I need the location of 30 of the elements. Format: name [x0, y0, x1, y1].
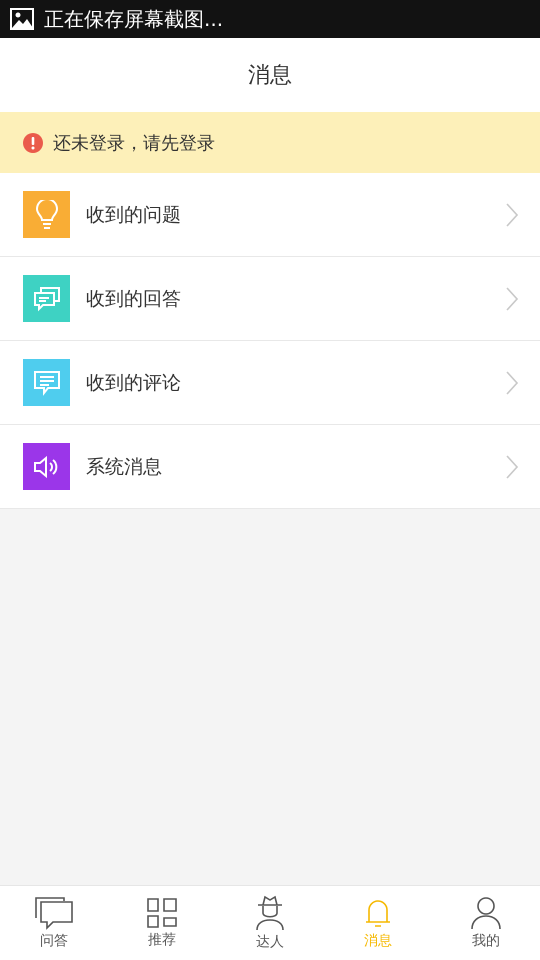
grid-icon: [146, 897, 178, 929]
chevron-right-icon: [506, 370, 518, 394]
chat-bubbles-icon: [34, 896, 74, 930]
notice-text: 还未登录，请先登录: [53, 132, 215, 154]
message-category-item[interactable]: 系统消息: [0, 425, 540, 509]
alert-icon: [23, 132, 43, 152]
item-label: 收到的评论: [86, 370, 182, 396]
nav-tab[interactable]: 问答: [0, 886, 108, 960]
chevron-right-icon: [506, 202, 518, 226]
message-category-item[interactable]: 收到的评论: [0, 341, 540, 425]
item-label: 收到的问题: [86, 202, 182, 228]
message-category-item[interactable]: 收到的回答: [0, 257, 540, 341]
nav-tab[interactable]: 达人: [216, 886, 324, 960]
nav-tab[interactable]: 我的: [432, 886, 540, 960]
message-category-item[interactable]: 收到的问题: [0, 173, 540, 257]
page-title: 消息: [248, 62, 292, 90]
chevron-right-icon: [506, 286, 518, 310]
item-label: 系统消息: [86, 454, 163, 480]
user-icon: [470, 896, 502, 930]
nav-tab[interactable]: 推荐: [108, 886, 216, 960]
comment-icon: [32, 370, 60, 396]
speaker-icon: [32, 454, 60, 478]
chat-bubbles-icon: [32, 286, 60, 312]
image-icon: [10, 8, 34, 30]
notification-text: 正在保存屏幕截图...: [44, 6, 224, 32]
chevron-right-icon: [506, 454, 518, 478]
login-notice-banner[interactable]: 还未登录，请先登录: [0, 112, 540, 173]
person-with-hat-icon: [254, 895, 286, 931]
lightbulb-icon: [34, 200, 58, 230]
item-label: 收到的回答: [86, 286, 182, 312]
